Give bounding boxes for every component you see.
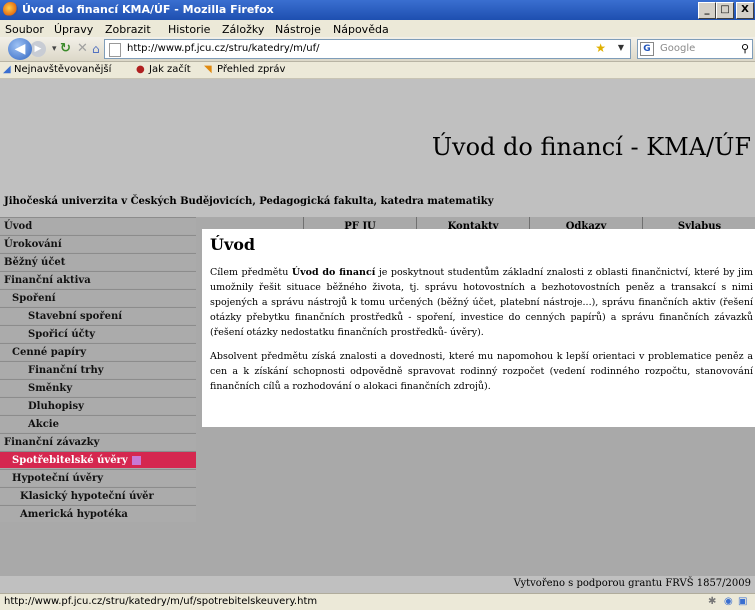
- footer-text: Vytvořeno s podporou grantu FRVŠ 1857/20…: [513, 578, 751, 589]
- sidebar-item-label: Směnky: [28, 383, 73, 394]
- sidebar-item-label: Americká hypotéka: [20, 509, 128, 520]
- navigation-toolbar: ▶ ◀ ▾ ↻ ✕ ⌂ http://www.pf.jcu.cz/stru/ka…: [0, 37, 755, 62]
- bookmark-star-icon[interactable]: ★: [595, 41, 606, 55]
- sidebar-item-label: Spotřebitelské úvěry: [12, 455, 128, 466]
- close-button[interactable]: X: [736, 2, 754, 19]
- reload-icon[interactable]: ↻: [60, 40, 71, 58]
- sidebar-item-akcie[interactable]: Akcie: [0, 415, 196, 432]
- menu-zalozky[interactable]: Záložky: [222, 23, 264, 36]
- menu-zobrazit[interactable]: Zobrazit: [105, 23, 151, 36]
- back-button[interactable]: ◀: [8, 38, 32, 60]
- sidebar-item-label: Spořicí účty: [28, 329, 96, 340]
- main-content: Úvod Cílem předmětu Úvod do financí je p…: [202, 229, 755, 427]
- minimize-button[interactable]: _: [698, 2, 716, 19]
- bookmark-getstarted[interactable]: Jak začít: [149, 64, 191, 75]
- site-subtitle: Jihočeská univerzita v Českých Budějovic…: [4, 196, 494, 207]
- window-titlebar: Úvod do financí KMA/ÚF - Mozilla Firefox…: [0, 0, 755, 20]
- sidebar-item-stavebni-sporeni[interactable]: Stavební spoření: [0, 307, 196, 324]
- sidebar-item-americka-hypoteka[interactable]: Americká hypotéka: [0, 505, 196, 522]
- search-placeholder[interactable]: Google: [660, 43, 695, 54]
- menu-soubor[interactable]: Soubor: [5, 23, 44, 36]
- history-dropdown-icon[interactable]: ▾: [52, 40, 57, 58]
- sidebar-item-label: Klasický hypoteční úvěr: [20, 491, 154, 502]
- url-text[interactable]: http://www.pf.jcu.cz/stru/katedry/m/uf/: [127, 43, 320, 54]
- menu-napoveda[interactable]: Nápověda: [333, 23, 389, 36]
- sidebar-item-label: Dluhopisy: [28, 401, 84, 412]
- page-heading: Úvod: [210, 235, 256, 254]
- intro-text-start: Cílem předmětu: [210, 267, 292, 278]
- menu-historie[interactable]: Historie: [168, 23, 210, 36]
- sidebar-item-financni-zavazky[interactable]: Finanční závazky: [0, 433, 196, 450]
- cursor-marker-icon: [131, 456, 141, 465]
- sidebar-item-label: Hypoteční úvěry: [12, 473, 104, 484]
- status-addon-icon[interactable]: ✱: [708, 596, 716, 607]
- window-title: Úvod do financí KMA/ÚF - Mozilla Firefox: [22, 3, 274, 16]
- status-window-icon[interactable]: ▣: [738, 596, 747, 607]
- google-engine-icon[interactable]: G: [640, 42, 654, 56]
- graduate-paragraph: Absolvent předmětu získá znalosti a dove…: [210, 351, 753, 392]
- status-bar: http://www.pf.jcu.cz/stru/katedry/m/uf/s…: [0, 593, 755, 610]
- bookmark-getstarted-icon: ●: [136, 64, 145, 75]
- bookmark-mostvisited-icon: ◢: [3, 64, 11, 75]
- sidebar-item-label: Akcie: [28, 419, 59, 430]
- sidebar-item-dluhopisy[interactable]: Dluhopisy: [0, 397, 196, 414]
- sidebar-item-label: Běžný účet: [4, 257, 66, 268]
- sidebar-item-label: Úvod: [4, 221, 33, 232]
- menu-bar: Soubor Úpravy Zobrazit Historie Záložky …: [0, 20, 755, 37]
- intro-paragraph: Cílem předmětu Úvod do financí je poskyt…: [210, 265, 753, 340]
- menu-nastroje[interactable]: Nástroje: [275, 23, 321, 36]
- sidebar-item-spotrebitelske-uvery[interactable]: Spotřebitelské úvěry: [0, 451, 196, 468]
- page-footer: Vytvořeno s podporou grantu FRVŠ 1857/20…: [0, 576, 755, 593]
- status-search-icon[interactable]: ◉: [724, 596, 733, 607]
- bookmark-news[interactable]: Přehled zpráv: [217, 64, 285, 75]
- search-icon[interactable]: ⚲: [741, 42, 749, 55]
- bookmarks-toolbar: ◢ Nejnavštěvovanější ● Jak začít ◥ Přehl…: [0, 62, 755, 79]
- url-dropdown-icon[interactable]: ▼: [618, 43, 624, 52]
- sidebar-item-cenne-papiry[interactable]: Cenné papíry: [0, 343, 196, 360]
- sidebar-item-klasicky-hypotecni-uver[interactable]: Klasický hypoteční úvěr: [0, 487, 196, 504]
- sidebar-item-sporici-ucty[interactable]: Spořicí účty: [0, 325, 196, 342]
- bookmark-mostvisited[interactable]: Nejnavštěvovanější: [14, 64, 111, 75]
- sidebar-item-smenky[interactable]: Směnky: [0, 379, 196, 396]
- sidebar-item-label: Finanční aktiva: [4, 275, 91, 286]
- search-box[interactable]: G Google ⚲: [637, 39, 753, 59]
- url-bar[interactable]: http://www.pf.jcu.cz/stru/katedry/m/uf/ …: [104, 39, 631, 59]
- sidebar-item-urokovani[interactable]: Úrokování: [0, 235, 196, 252]
- sidebar-item-bezny-ucet[interactable]: Běžný účet: [0, 253, 196, 270]
- sidebar-item-label: Finanční závazky: [4, 437, 100, 448]
- sidebar-item-label: Finanční trhy: [28, 365, 104, 376]
- sidebar-item-label: Cenné papíry: [12, 347, 87, 358]
- sidebar-item-financni-aktiva[interactable]: Finanční aktiva: [0, 271, 196, 288]
- site-header: Úvod do financí - KMA/ÚF Jihočeská unive…: [0, 79, 755, 217]
- home-icon[interactable]: ⌂: [92, 40, 100, 58]
- menu-upravy[interactable]: Úpravy: [54, 23, 93, 36]
- rss-feed-icon: ◥: [204, 64, 212, 75]
- page-favicon-icon: [109, 43, 121, 57]
- sidebar-item-financni-trhy[interactable]: Finanční trhy: [0, 361, 196, 378]
- sidebar-item-label: Spoření: [12, 293, 56, 304]
- sidebar-item-hypotecni-uvery[interactable]: Hypoteční úvěry: [0, 469, 196, 486]
- sidebar-item-uvod[interactable]: Úvod: [0, 217, 196, 234]
- site-title: Úvod do financí - KMA/ÚF: [431, 133, 751, 161]
- web-page: Úvod do financí - KMA/ÚF Jihočeská unive…: [0, 79, 755, 593]
- course-name: Úvod do financí: [291, 267, 376, 278]
- maximize-button[interactable]: □: [716, 2, 734, 19]
- stop-icon[interactable]: ✕: [77, 40, 88, 58]
- sidebar-item-label: Úrokování: [4, 239, 62, 250]
- forward-button[interactable]: ▶: [30, 41, 46, 57]
- sidebar-item-sporeni[interactable]: Spoření: [0, 289, 196, 306]
- status-url: http://www.pf.jcu.cz/stru/katedry/m/uf/s…: [4, 596, 318, 607]
- sidebar-item-label: Stavební spoření: [28, 311, 123, 322]
- firefox-logo-icon: [3, 2, 18, 17]
